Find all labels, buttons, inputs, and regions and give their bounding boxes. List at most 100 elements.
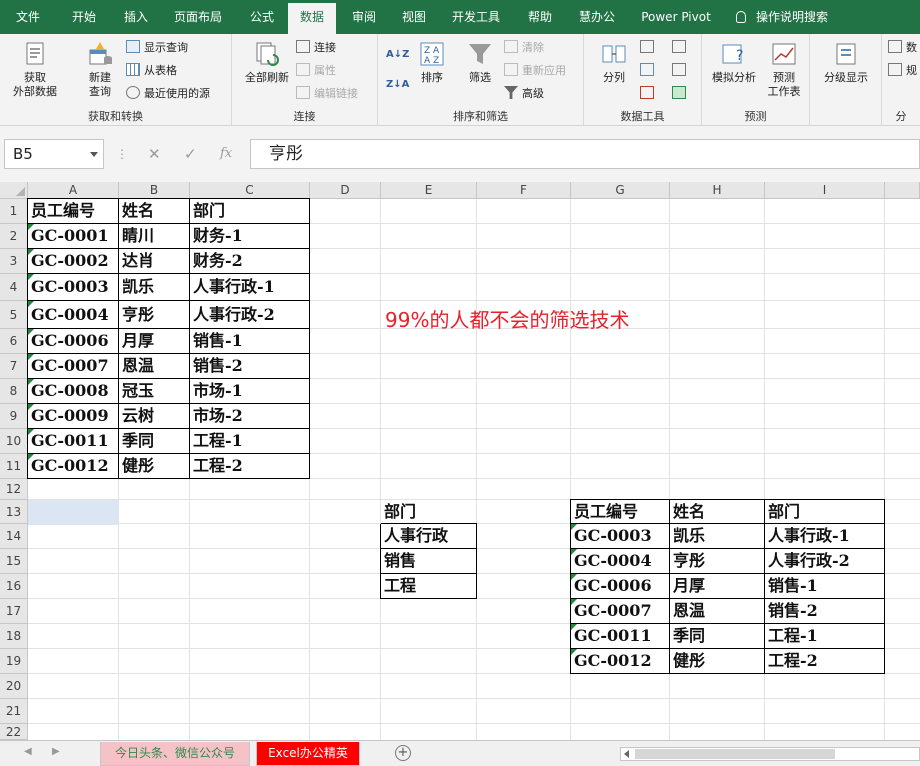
- new-query-button[interactable]: 新建 查询: [78, 40, 122, 99]
- criteria-value-cell[interactable]: 工程: [380, 574, 477, 599]
- source-data-cell[interactable]: GC-0007: [27, 354, 119, 379]
- refresh-all-button[interactable]: 全部刷新: [240, 40, 294, 85]
- from-table-button[interactable]: 从表格: [126, 61, 177, 81]
- cancel-icon[interactable]: ✕: [148, 139, 161, 169]
- name-box[interactable]: B5: [4, 139, 104, 169]
- source-data-cell[interactable]: 人事行政-2: [190, 301, 310, 329]
- drag-handle-icon[interactable]: ⋮: [116, 142, 128, 166]
- row-header-5[interactable]: 5: [0, 301, 28, 329]
- column-header-i[interactable]: I: [765, 182, 885, 199]
- source-data-cell[interactable]: 达肖: [119, 249, 190, 274]
- what-if-analysis-button[interactable]: ? 模拟分析: [708, 40, 760, 85]
- row-header-22[interactable]: 22: [0, 724, 28, 740]
- tab-huibangong[interactable]: 慧办公: [572, 0, 622, 34]
- source-header-cell[interactable]: 员工编号: [27, 198, 119, 224]
- source-data-cell[interactable]: 销售-2: [190, 354, 310, 379]
- add-sheet-button[interactable]: +: [395, 745, 411, 761]
- edit-links-button[interactable]: 编辑链接: [296, 84, 358, 104]
- result-data-cell[interactable]: 销售-1: [765, 574, 885, 599]
- row-header-13[interactable]: 13: [0, 500, 28, 524]
- enter-icon[interactable]: ✓: [184, 139, 197, 169]
- source-data-cell[interactable]: 季同: [119, 429, 190, 454]
- source-data-cell[interactable]: GC-0011: [27, 429, 119, 454]
- insert-function-button[interactable]: fx: [220, 139, 232, 169]
- tab-insert[interactable]: 插入: [114, 0, 158, 34]
- connections-button[interactable]: 连接: [296, 38, 336, 58]
- filter-button[interactable]: 筛选: [460, 40, 500, 85]
- row-header-16[interactable]: 16: [0, 574, 28, 599]
- data-model-button[interactable]: [672, 84, 690, 104]
- result-data-cell[interactable]: 工程-2: [765, 649, 885, 674]
- data-analysis-button[interactable]: 数: [888, 38, 917, 58]
- column-header-b[interactable]: B: [119, 182, 190, 199]
- chevron-down-icon[interactable]: [90, 152, 98, 157]
- tab-home[interactable]: 开始: [62, 0, 106, 34]
- column-header-g[interactable]: G: [571, 182, 670, 199]
- row-header-1[interactable]: 1: [0, 199, 28, 224]
- row-header-19[interactable]: 19: [0, 649, 28, 674]
- row-header-7[interactable]: 7: [0, 354, 28, 379]
- data-validation-button[interactable]: [640, 84, 658, 104]
- tell-me-search[interactable]: 操作说明搜索: [736, 0, 828, 34]
- forecast-sheet-button[interactable]: 预测 工作表: [762, 40, 806, 99]
- tab-page-layout[interactable]: 页面布局: [166, 0, 230, 34]
- source-data-cell[interactable]: 工程-1: [190, 429, 310, 454]
- source-data-cell[interactable]: 凯乐: [119, 274, 190, 301]
- source-data-cell[interactable]: GC-0003: [27, 274, 119, 301]
- tab-help[interactable]: 帮助: [518, 0, 562, 34]
- source-data-cell[interactable]: 销售-1: [190, 329, 310, 354]
- result-data-cell[interactable]: 月厚: [670, 574, 765, 599]
- select-all-button[interactable]: [0, 182, 28, 199]
- row-header-6[interactable]: 6: [0, 329, 28, 354]
- column-header-c[interactable]: C: [190, 182, 310, 199]
- source-data-cell[interactable]: 亨彤: [119, 301, 190, 329]
- tab-power-pivot[interactable]: Power Pivot: [636, 0, 716, 34]
- result-data-cell[interactable]: GC-0006: [570, 574, 670, 599]
- column-header-a[interactable]: A: [28, 182, 119, 199]
- source-data-cell[interactable]: GC-0001: [27, 224, 119, 249]
- relationships-button[interactable]: [672, 61, 690, 81]
- source-data-cell[interactable]: GC-0012: [27, 454, 119, 479]
- remove-duplicates-button[interactable]: [640, 61, 658, 81]
- row-header-9[interactable]: 9: [0, 404, 28, 429]
- result-data-cell[interactable]: GC-0007: [570, 599, 670, 624]
- column-header-e[interactable]: E: [381, 182, 477, 199]
- worksheet[interactable]: ABCDEFGHI 1 2 3 4 5 6 7 8 9 10 11 12 13 14 15 16 17 18 19 2…: [0, 182, 920, 740]
- sheet-tab-toutiao[interactable]: 今日头条、微信公众号: [100, 742, 250, 766]
- outline-button[interactable]: 分级显示: [814, 40, 878, 85]
- source-data-cell[interactable]: GC-0009: [27, 404, 119, 429]
- source-data-cell[interactable]: 睛川: [119, 224, 190, 249]
- clear-filter-button[interactable]: 清除: [504, 38, 544, 58]
- row-header-17[interactable]: 17: [0, 599, 28, 624]
- tab-formulas[interactable]: 公式: [240, 0, 284, 34]
- result-data-cell[interactable]: 销售-2: [765, 599, 885, 624]
- row-header-2[interactable]: 2: [0, 224, 28, 249]
- sort-descending-button[interactable]: Z↓A: [386, 74, 409, 94]
- tab-data[interactable]: 数据: [288, 3, 336, 34]
- source-data-cell[interactable]: GC-0002: [27, 249, 119, 274]
- result-data-cell[interactable]: 凯乐: [670, 524, 765, 549]
- result-header-cell[interactable]: 姓名: [670, 499, 765, 524]
- scroll-left-icon[interactable]: ◀: [24, 746, 32, 757]
- source-data-cell[interactable]: GC-0006: [27, 329, 119, 354]
- scroll-right-icon[interactable]: ▶: [52, 746, 60, 757]
- result-data-cell[interactable]: GC-0012: [570, 649, 670, 674]
- row-header-10[interactable]: 10: [0, 429, 28, 454]
- source-data-cell[interactable]: GC-0004: [27, 301, 119, 329]
- row-header-21[interactable]: 21: [0, 699, 28, 724]
- result-header-cell[interactable]: 员工编号: [570, 499, 670, 524]
- result-data-cell[interactable]: 工程-1: [765, 624, 885, 649]
- result-data-cell[interactable]: GC-0004: [570, 549, 670, 574]
- column-header-overflow[interactable]: [885, 182, 920, 199]
- advanced-filter-button[interactable]: 高级: [504, 84, 544, 104]
- text-to-columns-button[interactable]: 分列: [592, 40, 636, 85]
- result-data-cell[interactable]: 人事行政-2: [765, 549, 885, 574]
- properties-button[interactable]: 属性: [296, 61, 336, 81]
- row-header-11[interactable]: 11: [0, 454, 28, 479]
- result-data-cell[interactable]: 亨彤: [670, 549, 765, 574]
- flash-fill-button[interactable]: [640, 38, 658, 58]
- get-external-data-button[interactable]: 获取 外部数据: [6, 40, 64, 99]
- row-header-15[interactable]: 15: [0, 549, 28, 574]
- column-header-h[interactable]: H: [670, 182, 765, 199]
- formula-input[interactable]: 亨彤: [250, 139, 920, 169]
